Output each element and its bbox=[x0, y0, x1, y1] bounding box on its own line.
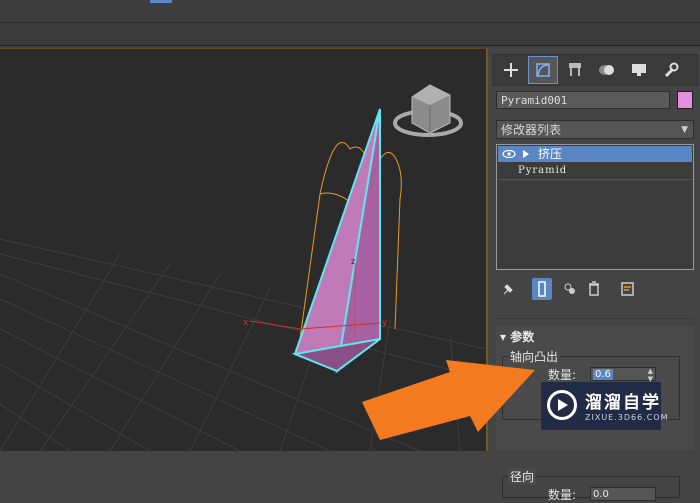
axis-z-label: z bbox=[351, 257, 355, 266]
watermark: 溜溜自学 ZIXUE.3D66.COM bbox=[541, 382, 668, 430]
modifier-list-dropdown[interactable]: 修改器列表 ▼ bbox=[496, 120, 694, 139]
axial-amount-spinner[interactable]: 0.6 ▲ ▼ bbox=[590, 367, 656, 383]
object-name-field[interactable]: Pyramid001 bbox=[496, 91, 670, 109]
hierarchy-icon bbox=[569, 63, 581, 76]
trash-icon bbox=[589, 281, 599, 296]
create-icon bbox=[504, 63, 518, 77]
stack-item-label: Pyramid bbox=[518, 165, 568, 176]
play-icon bbox=[558, 399, 568, 411]
motion-tab[interactable] bbox=[593, 57, 621, 83]
axis-x-label: x bbox=[243, 318, 249, 328]
radial-group-label: 径向 bbox=[508, 468, 537, 485]
eye-icon[interactable] bbox=[502, 146, 516, 162]
stack-item-extrude[interactable]: 挤压 bbox=[498, 146, 692, 162]
modifier-stack[interactable]: 挤压 Pyramid bbox=[496, 144, 694, 270]
command-tabs bbox=[492, 54, 698, 86]
pin-stack-button[interactable] bbox=[498, 278, 518, 300]
radial-amount-spinner[interactable]: 0.0 bbox=[590, 487, 656, 501]
watermark-subtitle: ZIXUE.3D66.COM bbox=[585, 413, 669, 422]
chevron-down-icon: ▼ bbox=[681, 125, 688, 135]
axial-amount-value[interactable]: 0.6 bbox=[593, 369, 613, 380]
axial-amount-label: 数量: bbox=[548, 368, 577, 382]
modify-tab[interactable] bbox=[528, 56, 558, 84]
params-title[interactable]: ▾ 参数 bbox=[500, 328, 534, 345]
spinner-arrows-icon[interactable]: ▲ ▼ bbox=[648, 367, 653, 383]
stack-item-label: 挤压 bbox=[538, 147, 563, 161]
motion-icon bbox=[599, 65, 614, 75]
stack-toolbar bbox=[496, 278, 694, 300]
configure-sets-button[interactable] bbox=[618, 278, 638, 300]
show-end-result-button[interactable] bbox=[532, 278, 552, 300]
radial-amount-label: 数量: bbox=[548, 488, 577, 502]
pyramid-mesh[interactable] bbox=[291, 108, 381, 374]
watermark-title: 溜溜自学 bbox=[585, 393, 661, 413]
stack-item-pyramid[interactable]: Pyramid bbox=[498, 163, 692, 180]
secondary-toolbar bbox=[0, 23, 700, 46]
utilities-icon bbox=[664, 62, 679, 78]
configure-icon bbox=[621, 282, 634, 296]
axis-y-label: y bbox=[382, 318, 388, 328]
hierarchy-tab[interactable] bbox=[561, 57, 589, 83]
panel-divider bbox=[496, 318, 694, 319]
object-color-swatch[interactable] bbox=[677, 91, 693, 109]
pin-icon bbox=[503, 284, 513, 295]
make-unique-icon bbox=[564, 283, 575, 294]
params-title-label: 参数 bbox=[510, 330, 535, 344]
modifier-list-label: 修改器列表 bbox=[501, 123, 562, 137]
toolbar-highlight bbox=[150, 0, 172, 3]
modify-icon bbox=[536, 63, 550, 77]
top-toolbar bbox=[0, 0, 700, 23]
remove-modifier-button[interactable] bbox=[584, 278, 604, 300]
orange-arrow-icon bbox=[362, 360, 535, 440]
create-tab[interactable] bbox=[497, 57, 525, 83]
make-unique-button[interactable] bbox=[560, 278, 580, 300]
expand-arrow-icon[interactable] bbox=[522, 146, 530, 162]
display-icon bbox=[632, 64, 646, 76]
radial-amount-value[interactable]: 0.0 bbox=[593, 489, 609, 500]
utilities-tab[interactable] bbox=[657, 57, 685, 83]
watermark-logo-icon bbox=[547, 390, 577, 420]
end-result-icon bbox=[538, 281, 546, 297]
display-tab[interactable] bbox=[625, 57, 653, 83]
viewcube-icon[interactable] bbox=[393, 84, 463, 137]
